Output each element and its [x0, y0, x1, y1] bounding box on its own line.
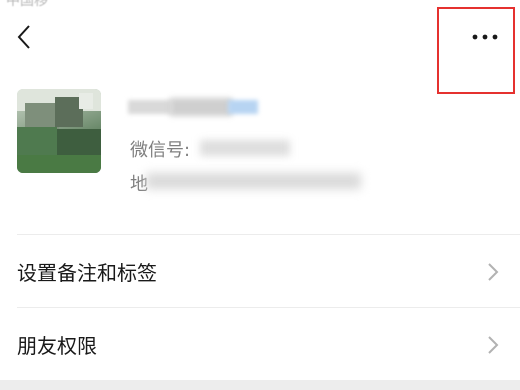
row-friend-permissions[interactable]: 朋友权限: [0, 308, 520, 380]
chevron-left-icon: [17, 25, 30, 49]
avatar[interactable]: [17, 89, 101, 173]
row-remark-and-tags[interactable]: 设置备注和标签: [0, 235, 520, 307]
profile-name-redacted: [128, 94, 260, 120]
section-separator: [0, 380, 520, 390]
region-value-redacted: [146, 173, 361, 189]
back-button[interactable]: [8, 20, 40, 54]
status-bar-text: 中国移: [6, 0, 48, 9]
chevron-right-icon: [488, 336, 499, 354]
row-label: 设置备注和标签: [17, 261, 157, 285]
row-label: 朋友权限: [17, 334, 97, 358]
wechat-id-label: 微信号:: [130, 140, 191, 161]
wechat-id-value-redacted: [200, 140, 290, 156]
chevron-right-icon: [488, 263, 499, 281]
highlight-box: [437, 7, 515, 94]
